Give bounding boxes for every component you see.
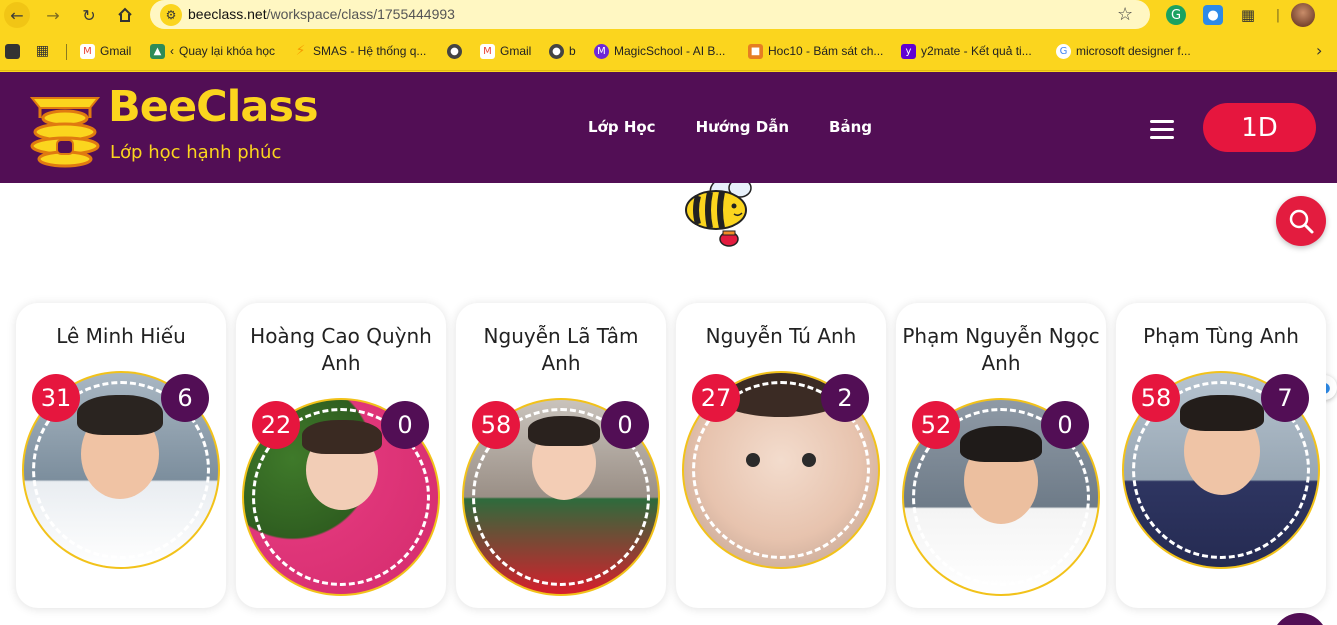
globe-icon: ● [447,43,462,59]
toolbar-divider: | [1275,7,1281,23]
apps-grid-icon[interactable]: ▦ [35,42,50,60]
hamburger-menu-icon[interactable] [1150,120,1174,140]
back-arrow-icon[interactable]: ← [4,2,30,28]
student-card[interactable]: Hoàng Cao Quỳnh Anh 22 0 [236,303,446,608]
student-name: Nguyễn Tú Anh [705,324,857,348]
hoc10-icon: ■ [748,43,763,59]
url-text[interactable]: beeclass.net/workspace/class/1755444993 [188,6,455,22]
beehive-logo-icon[interactable] [26,88,104,168]
site-header: BeeClass Lớp học hạnh phúc Lớp Học Hướng… [0,72,1337,183]
points-badge[interactable]: 58 [1132,374,1180,422]
student-card[interactable]: Phạm Nguyễn Ngọc Anh 52 0 [896,303,1106,608]
bookmark-item[interactable]: ● b [549,42,576,60]
points-badge[interactable]: 27 [692,374,740,422]
penalty-badge[interactable]: 7 [1261,374,1309,422]
sidebar-toggle-icon[interactable] [5,42,20,60]
extensions-puzzle-icon[interactable]: ▦ [1238,5,1258,25]
home-icon[interactable] [112,3,138,27]
class-selector-button[interactable]: 1D [1203,103,1316,152]
smas-icon: ⚡ [295,43,306,59]
bookmark-item[interactable]: Gmicrosoft designer f... [1056,42,1191,60]
bookmark-item[interactable]: M Gmail [80,42,131,60]
student-card[interactable]: Nguyễn Lã Tâm Anh 58 0 [456,303,666,608]
nav-link-bang[interactable]: Bảng [829,118,872,136]
student-name: Phạm Nguyễn Ngọc Anh [902,324,1100,375]
browser-toolbar: ← → ↻ ⚙ beeclass.net/workspace/class/175… [0,0,1337,30]
course-icon: ▲ [150,43,165,59]
penalty-badge[interactable]: 0 [381,401,429,449]
bookmark-item[interactable]: ▲ ‹ Quay lại khóa học [150,42,275,60]
student-card[interactable]: Lê Minh Hiếu 31 6 [16,303,226,608]
points-badge[interactable]: 31 [32,374,80,422]
grammarly-extension-icon[interactable]: G [1166,5,1186,25]
penalty-badge[interactable]: 0 [601,401,649,449]
profile-avatar[interactable] [1291,3,1315,27]
bookmark-item[interactable]: M Gmail [480,42,531,60]
bookmark-star-icon[interactable]: ☆ [1117,4,1133,25]
chevron-left-icon: ‹ [170,44,174,58]
student-name: Nguyễn Lã Tâm Anh [483,324,639,375]
student-name: Phạm Tùng Anh [1143,324,1299,348]
student-card[interactable]: Phạm Tùng Anh 58 7 [1116,303,1326,608]
student-name: Lê Minh Hiếu [56,324,186,348]
bookmark-item[interactable]: M MagicSchool - AI B... [594,42,725,60]
forward-arrow-icon[interactable]: → [40,3,66,27]
bookmark-item[interactable]: ⚡ SMAS - Hệ thống q... [293,42,427,60]
bookmarks-divider [66,44,67,60]
url-path: /workspace/class/1755444993 [266,6,455,22]
search-button[interactable] [1276,196,1326,246]
logo-title[interactable]: BeeClass [108,82,319,132]
nav-link-lop-hoc[interactable]: Lớp Học [588,118,656,136]
bookmark-item[interactable]: ● [447,42,467,60]
penalty-badge[interactable]: 2 [821,374,869,422]
bee-mascot-icon [684,183,752,248]
reload-icon[interactable]: ↻ [76,3,102,27]
bookmarks-bar: ▦ M Gmail ▲ ‹ Quay lại khóa học ⚡ SMAS - Hệ … [0,30,1337,71]
logo-subtitle: Lớp học hạnh phúc [110,142,282,163]
nav-link-huong-dan[interactable]: Hướng Dẫn [696,118,789,136]
yahoo-icon: y [901,43,916,59]
search-icon [1289,209,1314,234]
penalty-badge[interactable]: 0 [1041,401,1089,449]
bookmark-item[interactable]: y y2mate - Kết quả ti... [901,42,1032,60]
gmail-icon: M [480,43,495,59]
google-icon: G [1056,43,1071,59]
bookmark-item[interactable]: ■ Hoc10 - Bám sát ch... [748,42,883,60]
globe-icon: ● [549,43,564,59]
student-name: Hoàng Cao Quỳnh Anh [250,324,432,375]
url-host: beeclass.net [188,6,267,22]
main-nav: Lớp Học Hướng Dẫn Bảng [588,118,872,136]
site-info-icon[interactable]: ⚙ [160,4,182,26]
points-badge[interactable]: 52 [912,401,960,449]
penalty-badge[interactable]: 6 [161,374,209,422]
water-drop-extension-icon[interactable]: ● [1203,5,1223,25]
student-card[interactable]: Nguyễn Tú Anh 27 2 [676,303,886,608]
gmail-icon: M [80,43,95,59]
chevron-right-icon[interactable]: › [1316,41,1322,60]
magicschool-icon: M [594,43,609,59]
points-badge[interactable]: 58 [472,401,520,449]
scroll-top-button[interactable] [1272,613,1328,625]
main-content: ● Lê Minh Hiếu 31 6 Hoàng Cao Quỳnh Anh … [0,183,1337,625]
points-badge[interactable]: 22 [252,401,300,449]
